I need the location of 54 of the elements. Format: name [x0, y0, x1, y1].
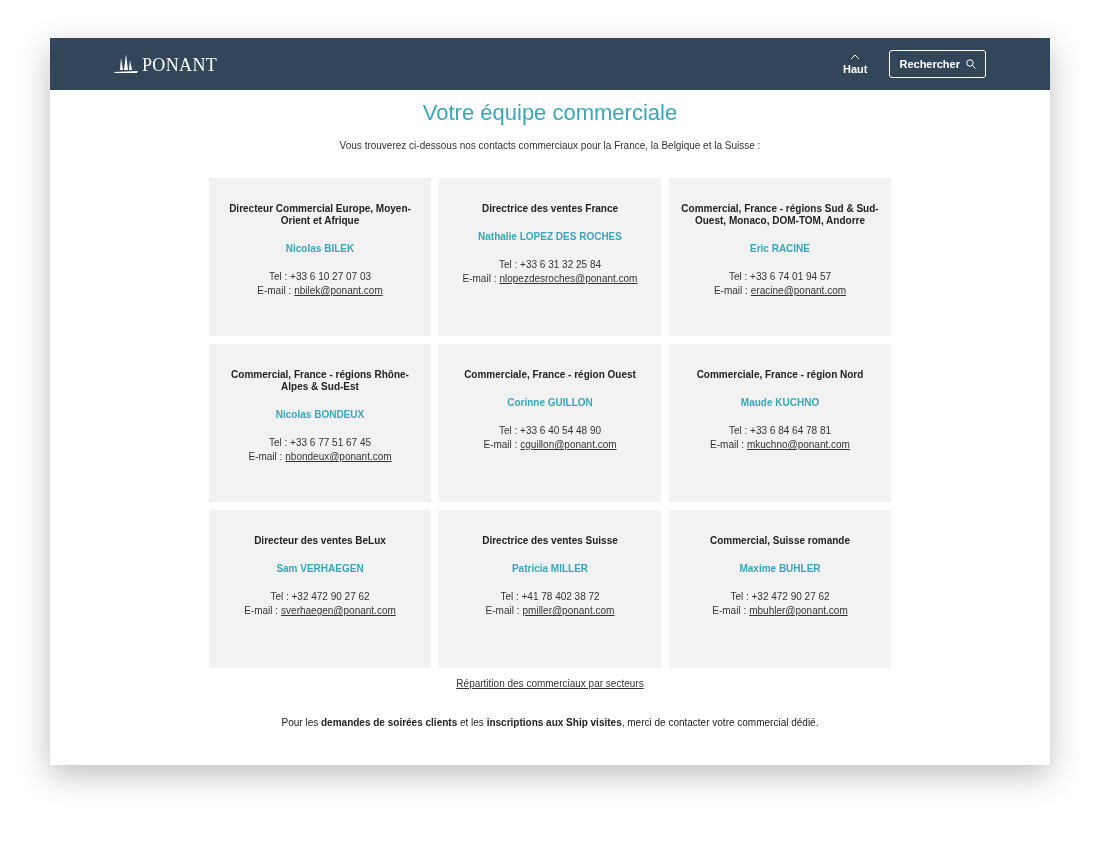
contact-phone: Tel : +33 6 40 54 48 90 [499, 424, 601, 438]
sectors-link[interactable]: Répartition des commerciaux par secteurs [456, 676, 644, 691]
contact-name: Patricia MILLER [511, 562, 589, 576]
email-link[interactable]: eracine@ponant.com [750, 284, 847, 298]
contact-name: Eric RACINE [750, 242, 810, 256]
contact-name: Nicolas BILEK [285, 242, 355, 256]
email-link[interactable]: sverhaegen@ponant.com [281, 604, 396, 618]
contact-name: Nathalie LOPEZ DES ROCHES [478, 230, 622, 244]
contact-role: Commercial, Suisse romande [709, 535, 851, 547]
contact-role: Directeur des ventes BeLux [254, 535, 386, 547]
contact-role: Commerciale, France - région Nord [696, 369, 864, 381]
contact-phone: Tel : +32 472 90 27 62 [270, 590, 370, 604]
brand-logo[interactable]: PONANT [142, 56, 218, 74]
contact-phone: Tel : +33 6 31 32 25 84 [499, 258, 601, 272]
contact-phone: Tel : +32 472 90 27 62 [730, 590, 830, 604]
contact-role: Commercial, France - régions Sud & Sud-Ouest, Monaco, DOM-TOM, Andorre [680, 203, 880, 227]
contact-role: Commercial, France - régions Rhône-Alpes & Sud-Est [230, 369, 410, 393]
email-label: E-mail : [483, 438, 518, 452]
email-link[interactable]: mbuhler@ponant.com [749, 604, 848, 618]
contact-name: Corinne GUILLON [507, 396, 593, 410]
contact-name: Sam VERHAEGEN [276, 562, 364, 576]
contact-name: Nicolas BONDEUX [275, 408, 365, 422]
contact-phone: Tel : +33 6 10 27 07 03 [269, 270, 371, 284]
search-icon [966, 59, 976, 69]
email-link[interactable]: nbilek@ponant.com [294, 284, 383, 298]
email-label: E-mail : [248, 450, 283, 464]
contact-role: Commerciale, France - région Ouest [464, 369, 636, 381]
email-link[interactable]: nlopezdesroches@ponant.com [499, 272, 638, 286]
email-label: E-mail : [462, 272, 497, 286]
email-link[interactable]: cguillon@ponant.com [520, 438, 617, 452]
email-label: E-mail : [485, 604, 520, 618]
contact-phone: Tel : +41 78 402 38 72 [500, 590, 600, 604]
email-label: E-mail : [257, 284, 292, 298]
page-title: Votre équipe commerciale [421, 100, 679, 126]
search-button[interactable]: Rechercher [889, 50, 986, 78]
contact-phone: Tel : +33 6 74 01 94 57 [729, 270, 831, 284]
email-link[interactable]: nbondeux@ponant.com [285, 450, 392, 464]
email-link[interactable]: mkuchno@ponant.com [746, 438, 850, 452]
footer-note: Pour les demandes de soirées clients et les inscriptions aux Ship visites, merci de contacter votre commercial dédié. [280, 716, 820, 730]
contact-phone: Tel : +33 6 84 64 78 81 [729, 424, 831, 438]
email-label: E-mail : [244, 604, 279, 618]
caret-up-icon [850, 53, 861, 60]
email-label: E-mail : [713, 284, 748, 298]
email-link[interactable]: pmiller@ponant.com [522, 604, 615, 618]
contact-name: Maxime BUHLER [739, 562, 821, 576]
contact-phone: Tel : +33 6 77 51 67 45 [269, 436, 371, 450]
contact-role: Directeur Commercial Europe, Moyen-Orient et Afrique [228, 203, 412, 227]
back-to-top-link[interactable]: Haut [843, 53, 868, 75]
contact-role: Directrice des ventes Suisse [482, 535, 618, 547]
email-label: E-mail : [710, 438, 744, 452]
intro-text: Vous trouverez ci-dessous nos contacts commerciaux pour la France, la Belgique et la Suisse : [338, 139, 762, 153]
email-label: E-mail : [712, 604, 747, 618]
contact-name: Maude KUCHNO [740, 396, 820, 410]
contact-role: Directrice des ventes France [481, 203, 619, 215]
